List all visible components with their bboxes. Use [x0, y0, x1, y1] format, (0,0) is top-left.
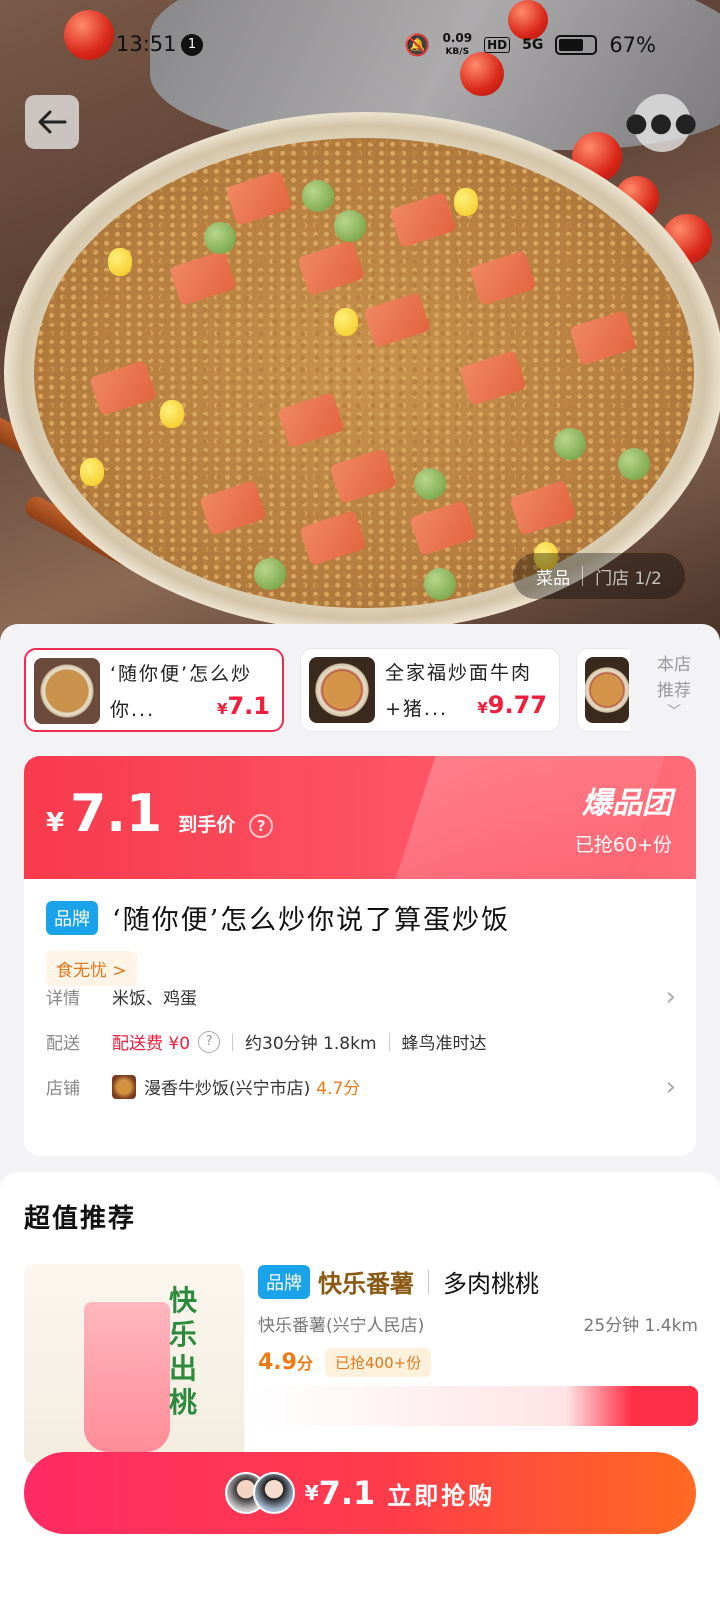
details-row[interactable]: 详情 米饭、鸡蛋 ›	[46, 981, 676, 1012]
recommend-eta: 25分钟 1.4km	[583, 1316, 698, 1336]
battery-icon	[555, 35, 598, 55]
product-photo[interactable]: 13:51 1 🔕 0.09 KB/S HD 5G 67% ●●● 菜品 门店 1…	[0, 0, 720, 640]
buy-price: 7.1	[318, 1474, 376, 1512]
shop-score: 4.7分	[316, 1079, 361, 1099]
divider	[388, 1032, 390, 1051]
battery-level: 67%	[609, 33, 656, 57]
hd-icon: HD	[484, 37, 511, 53]
delivery-row: 配送 配送费 ¥0 ? 约30分钟 1.8km 蜂鸟准时达	[46, 1029, 676, 1054]
thumb-price: ¥7.1	[217, 692, 270, 720]
delivery-key: 配送	[46, 1034, 80, 1054]
thumb-image	[309, 657, 375, 723]
mute-icon: 🔕	[404, 32, 431, 57]
price-label: 到手价	[178, 814, 236, 836]
price-banner: ¥ 7.1 到手价 ? 爆品团 已抢60+份	[24, 756, 696, 886]
price-value: 7.1	[70, 784, 163, 844]
shop-logo-icon	[112, 1074, 136, 1099]
grabbed-count: 已抢60+份	[574, 834, 672, 856]
currency-symbol: ¥	[46, 808, 65, 838]
final-price: ¥ 7.1 到手价 ?	[46, 784, 274, 844]
avatar	[252, 1472, 295, 1514]
store-recommend-label: 本店推荐	[657, 655, 691, 701]
brand-tag: 品牌	[258, 1264, 310, 1299]
thumb-image	[585, 657, 629, 723]
photo-tab-switcher[interactable]: 菜品 门店 1/2	[513, 553, 685, 599]
brand-tag: 品牌	[46, 900, 98, 935]
delivery-fee: 配送费 ¥0	[112, 1034, 191, 1054]
shop-row[interactable]: 店铺 漫香牛炒饭(兴宁市店) 4.7分 ›	[46, 1071, 676, 1102]
help-icon[interactable]: ?	[198, 1030, 221, 1053]
recommend-item-image[interactable]: 快乐出桃	[24, 1264, 244, 1464]
recommend-grabbed: 已抢400+份	[325, 1348, 432, 1377]
photo-tab-dish[interactable]: 菜品	[536, 564, 570, 589]
help-icon[interactable]: ?	[249, 814, 274, 838]
divider	[582, 566, 584, 586]
recommend-item-name: 多肉桃桃	[443, 1270, 539, 1298]
more-dots-icon: ●●●	[624, 108, 700, 138]
image-caption: 快乐出桃	[169, 1284, 198, 1419]
recommend-buy-strip[interactable]	[258, 1386, 698, 1426]
recommend-meta-row: 4.9分 已抢400+份	[258, 1348, 698, 1377]
divider	[232, 1032, 234, 1051]
notification-count-badge: 1	[181, 34, 203, 56]
arrow-left-icon	[38, 110, 67, 134]
fried-rice	[34, 138, 694, 608]
delivery-time: 约30分钟 1.8km	[245, 1034, 377, 1054]
status-bar: 13:51 1 🔕 0.09 KB/S HD 5G 67%	[0, 30, 720, 66]
signal-icon: 5G	[522, 37, 544, 53]
details-key: 详情	[46, 989, 80, 1009]
more-button[interactable]: ●●●	[625, 94, 697, 152]
chevron-down-icon: ﹀	[667, 704, 681, 720]
shop-name: 漫香牛炒饭(兴宁市店)	[144, 1079, 311, 1099]
back-button[interactable]	[25, 95, 79, 149]
status-time: 13:51	[116, 32, 177, 56]
recommend-item-name-row: 品牌 快乐番薯 多肉桃桃	[258, 1264, 698, 1299]
divider	[428, 1269, 429, 1294]
product-card: ¥ 7.1 到手价 ? 爆品团 已抢60+份 品牌 ‘随你便’怎么炒你说了算蛋炒…	[24, 756, 696, 1156]
recommend-store: 快乐番薯(兴宁人民店)	[258, 1316, 425, 1336]
product-title-row: 品牌 ‘随你便’怎么炒你说了算蛋炒饭	[46, 898, 676, 937]
recommend-store-row: 快乐番薯(兴宁人民店) 25分钟 1.4km	[258, 1311, 698, 1336]
thumb-item-partial[interactable]	[576, 648, 630, 732]
hot-group-badge: 爆品团	[582, 786, 672, 821]
chevron-right-icon: ›	[665, 1071, 676, 1102]
thumb-price: ¥9.77	[477, 691, 547, 719]
buy-now-button[interactable]: ¥ 7.1 立即抢购	[24, 1452, 696, 1534]
section-title: 超值推荐	[24, 1204, 137, 1234]
drink-cup	[84, 1302, 170, 1452]
thumb-item-selected[interactable]: ‘随你便’怎么炒你... ¥7.1	[24, 648, 284, 732]
chevron-right-icon: ›	[665, 981, 676, 1012]
recommend-brand: 快乐番薯	[318, 1270, 414, 1298]
recommend-section: 超值推荐 快乐出桃 品牌 快乐番薯 多肉桃桃 快乐番薯(兴宁人民店) 25分钟 …	[0, 1172, 720, 1608]
thumb-image	[34, 658, 100, 724]
photo-tab-store[interactable]: 门店 1/2	[595, 564, 662, 589]
details-value: 米饭、鸡蛋	[112, 989, 197, 1009]
buy-label: 立即抢购	[387, 1481, 496, 1510]
currency-symbol: ¥	[304, 1481, 319, 1505]
delivery-service: 蜂鸟准时达	[401, 1034, 487, 1054]
net-speed: 0.09 KB/S	[442, 31, 473, 57]
store-recommend-button[interactable]: 本店推荐 ﹀	[652, 652, 696, 720]
food-safety-tag[interactable]: 食无忧 >	[46, 951, 137, 986]
shop-key: 店铺	[46, 1079, 80, 1099]
product-title: ‘随你便’怎么炒你说了算蛋炒饭	[112, 905, 511, 936]
thumb-item[interactable]: 全家福炒面牛肉+猪... ¥9.77	[300, 648, 560, 732]
buyer-avatars	[224, 1472, 295, 1514]
recommend-item-info[interactable]: 品牌 快乐番薯 多肉桃桃 快乐番薯(兴宁人民店) 25分钟 1.4km 4.9分…	[258, 1264, 698, 1377]
recommend-score: 4.9分	[258, 1350, 313, 1375]
